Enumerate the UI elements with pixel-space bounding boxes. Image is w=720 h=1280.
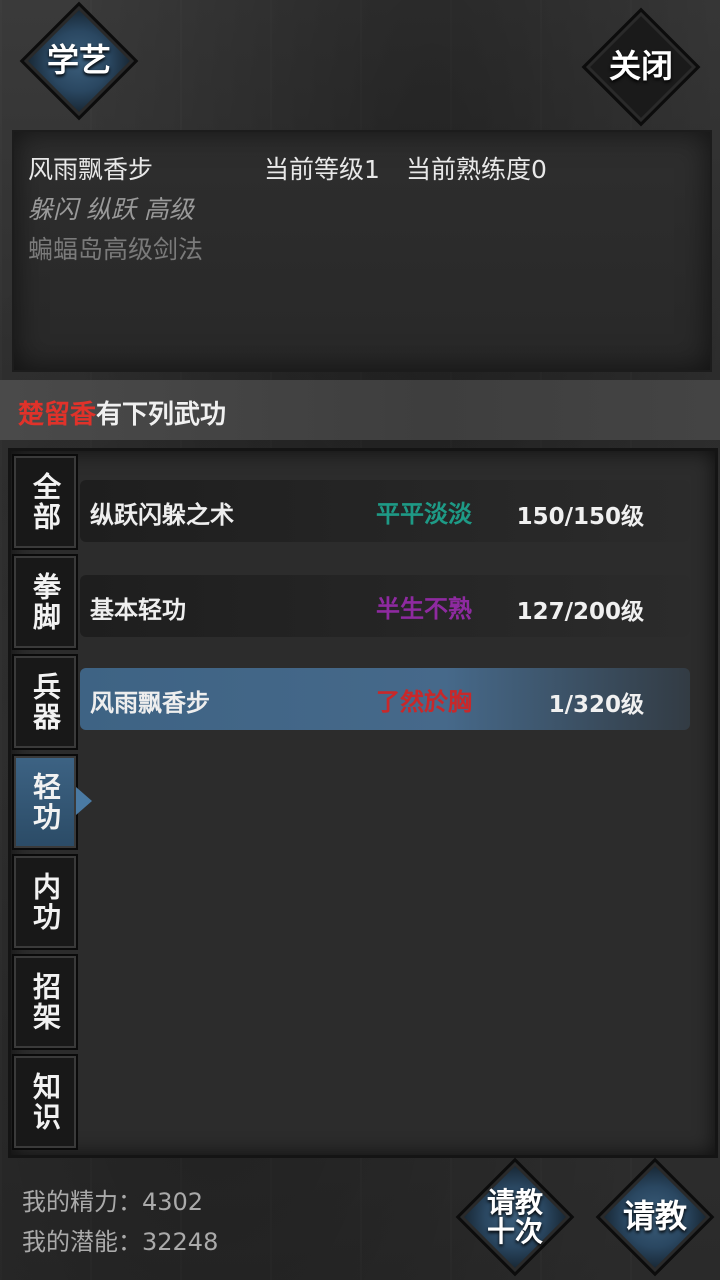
skill-list-frame — [8, 448, 718, 1158]
category-label: 全部 — [29, 472, 62, 532]
skill-row[interactable]: 纵跃闪躲之术 平平淡淡 150/150级 — [80, 480, 690, 542]
skill-row-selected[interactable]: 风雨飘香步 了然於胸 1/320级 — [80, 668, 690, 730]
category-label: 兵器 — [29, 672, 62, 732]
current-level: 当前等级1 — [264, 155, 380, 184]
category-weapon[interactable]: 兵器 — [12, 654, 78, 750]
skill-source: 蝙蝠岛高级剑法 — [28, 235, 204, 264]
skill-row-level: 150/150级 — [516, 504, 644, 530]
category-label: 拳脚 — [29, 572, 62, 632]
close-label: 关闭 — [608, 47, 673, 86]
potential-stat: 我的潜能：32248 — [22, 1228, 219, 1256]
active-category-arrow-icon — [76, 787, 92, 815]
skill-row-name: 纵跃闪躲之术 — [90, 500, 234, 529]
teach-ten-button[interactable]: 请教十次 — [455, 1157, 575, 1277]
skill-name: 风雨飘香步 — [28, 155, 154, 184]
learn-tab-label: 学艺 — [46, 41, 111, 80]
category-label: 知识 — [29, 1072, 62, 1132]
skill-row-level: 1/320级 — [548, 692, 644, 718]
skill-row-grade: 平平淡淡 — [376, 499, 472, 528]
teach-label: 请教 — [622, 1197, 687, 1236]
category-label: 招架 — [29, 972, 62, 1032]
category-parry[interactable]: 招架 — [12, 954, 78, 1050]
category-all[interactable]: 全部 — [12, 454, 78, 550]
teach-ten-label: 请教十次 — [486, 1185, 543, 1248]
skill-row-level: 127/200级 — [516, 599, 644, 625]
category-inner[interactable]: 内功 — [12, 854, 78, 950]
skill-row[interactable]: 基本轻功 半生不熟 127/200级 — [80, 575, 690, 637]
energy-stat: 我的精力：4302 — [22, 1188, 204, 1216]
skill-row-grade: 半生不熟 — [376, 594, 472, 623]
current-proficiency: 当前熟练度0 — [406, 155, 547, 184]
category-lightness[interactable]: 轻功 — [12, 754, 78, 850]
skill-row-grade: 了然於胸 — [376, 687, 472, 716]
teach-button[interactable]: 请教 — [595, 1157, 715, 1277]
skill-row-name: 风雨飘香步 — [90, 688, 210, 717]
close-button[interactable]: 关闭 — [581, 7, 701, 127]
category-fist[interactable]: 拳脚 — [12, 554, 78, 650]
skill-tags: 躲闪 纵跃 高级 — [28, 195, 194, 224]
master-name: 楚留香 — [18, 400, 97, 430]
category-label: 内功 — [29, 872, 62, 932]
category-knowledge[interactable]: 知识 — [12, 1054, 78, 1150]
skill-info-panel: 风雨飘香步 当前等级1 当前熟练度0 躲闪 纵跃 高级 蝙蝠岛高级剑法 — [12, 130, 712, 372]
master-banner: 楚留香 有下列武功 — [0, 380, 720, 440]
learn-tab-button[interactable]: 学艺 — [19, 1, 139, 121]
master-suffix: 有下列武功 — [96, 400, 227, 430]
skill-row-name: 基本轻功 — [90, 595, 186, 624]
category-label: 轻功 — [29, 772, 62, 832]
